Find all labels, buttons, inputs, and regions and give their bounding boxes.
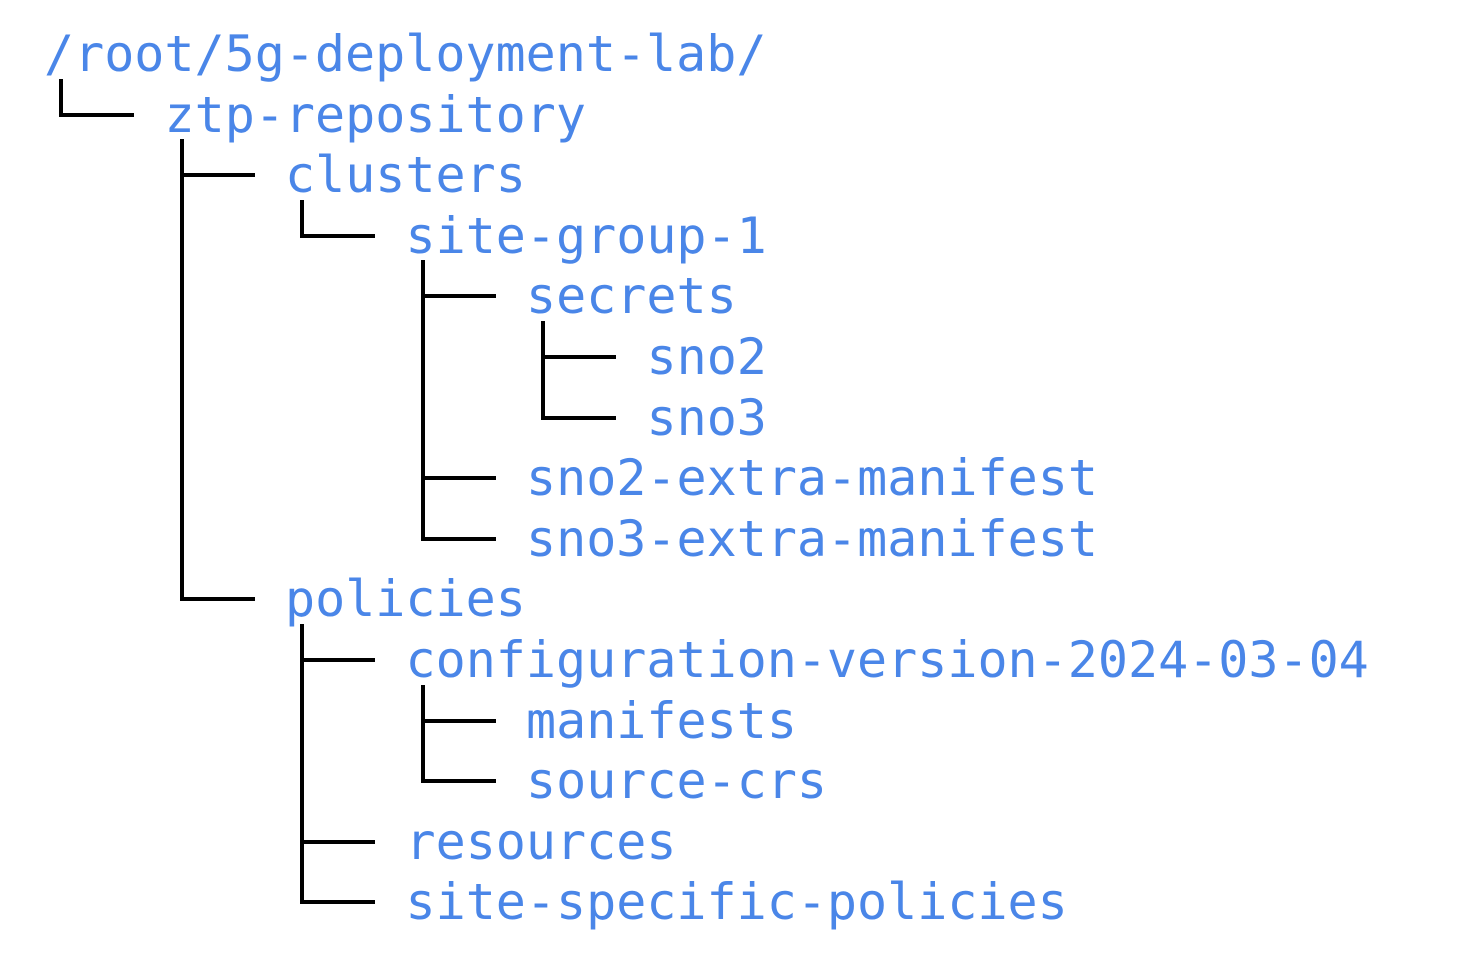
tree-branch-configuration-version-2024-03-04 [300,658,375,662]
tree-node-clusters: clusters [285,146,526,205]
tree-trunk-policies [300,624,304,905]
tree-trunk-configuration-version-2024-03-04 [420,684,425,784]
tree-node-sno2: sno2 [646,328,767,386]
tree-node-ztp-repository: ztp-repository [164,85,586,144]
tree-node-source-crs: source-crs [526,752,828,811]
tree-branch-ztp-repository [59,112,134,117]
tree-branch-policies [179,597,255,602]
tree-node-sno2-extra-manifest: sno2-extra-manifest [526,449,1098,508]
tree-branch-sno3 [541,415,616,420]
tree-branch-sno2-extra-manifest [420,476,496,481]
tree-node-configuration-version-2024-03-04: configuration-version-2024-03-04 [405,631,1369,689]
tree-trunk-site-group-1 [420,260,425,541]
tree-node-secrets: secrets [526,267,737,326]
tree-node-policies: policies [285,570,526,629]
tree-trunk-root [59,78,63,117]
tree-node-sno3-extra-manifest: sno3-extra-manifest [526,509,1098,568]
tree-trunk-clusters [300,199,304,238]
tree-node-site-specific-policies: site-specific-policies [405,873,1068,932]
directory-tree: /root/5g-deployment-lab/ztp-repository cl… [0,0,1484,970]
tree-node-site-group-1: site-group-1 [405,206,767,265]
tree-node-root: /root/5g-deployment-lab/ [44,25,767,83]
tree-node-resources: resources [405,812,677,871]
tree-trunk-secrets [541,321,545,420]
tree-branch-manifests [420,718,496,723]
tree-branch-resources [300,839,375,844]
tree-branch-site-group-1 [300,233,375,238]
tree-branch-source-crs [420,779,496,784]
tree-trunk-ztp-repository [179,139,184,602]
tree-branch-site-specific-policies [300,900,375,905]
tree-branch-sno3-extra-manifest [420,536,496,541]
tree-node-sno3: sno3 [646,388,767,447]
tree-branch-clusters [179,173,255,178]
tree-branch-sno2 [541,355,616,359]
tree-branch-secrets [420,294,496,299]
tree-node-manifests: manifests [526,691,797,750]
